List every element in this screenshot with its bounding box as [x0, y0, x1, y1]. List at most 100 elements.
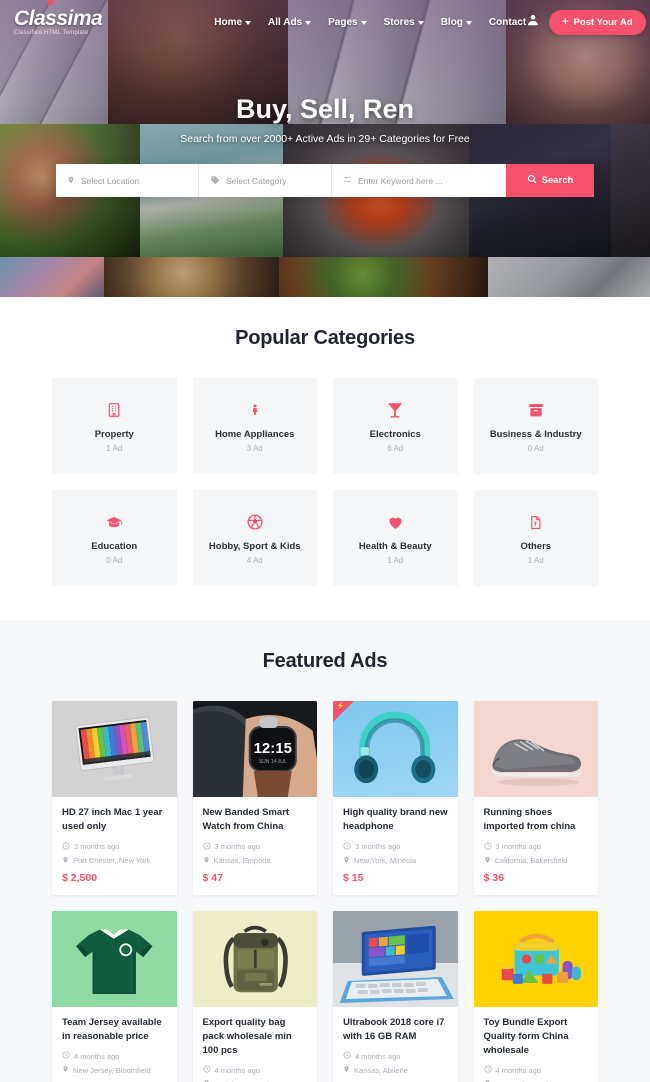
nav-label: Pages	[328, 16, 358, 28]
featured-ads-heading: Featured Ads	[262, 650, 388, 672]
category-card-home-appliances[interactable]: Home Appliances 3 Ad	[192, 378, 317, 474]
user-account-icon[interactable]	[526, 13, 540, 32]
location-select[interactable]: Select Location	[56, 164, 199, 197]
nav-label: Home	[214, 16, 243, 28]
ad-time-label: 3 months ago	[214, 842, 260, 851]
cocktail-icon	[386, 399, 404, 421]
heart-icon	[386, 511, 405, 533]
category-select[interactable]: Select Category	[199, 164, 332, 197]
clock-icon	[203, 1065, 211, 1075]
logo-dot-icon	[47, 0, 54, 5]
ad-card[interactable]: Export quality bag pack wholesale min 10…	[192, 910, 317, 1082]
nav-item-pages[interactable]: Pages	[328, 16, 367, 28]
ad-details: Ultrabook 2018 core i7 with 16 GB RAM 4 …	[333, 1007, 458, 1082]
ad-thumbnail-running-shoes	[473, 701, 598, 797]
chevron-down-icon	[305, 20, 312, 25]
ad-thumbnail-headphone: ⚡	[333, 701, 458, 797]
graduation-icon	[104, 511, 124, 533]
ad-thumbnail-backpack	[192, 910, 317, 1007]
football-icon	[246, 511, 264, 533]
featured-ads-grid: HD 27 inch Mac 1 year used only 3 months…	[52, 701, 598, 1082]
nav-item-blog[interactable]: Blog	[441, 17, 472, 28]
ad-location-label: Kansas, Abilene	[354, 1065, 408, 1075]
search-button[interactable]: Search	[506, 164, 594, 197]
hero-banner: Classima Classified HTML Template Home A…	[0, 0, 650, 297]
map-pin-icon	[203, 856, 210, 866]
category-name: Business & Industry	[489, 429, 582, 440]
category-count: 4 Ad	[246, 556, 263, 565]
nav-label: Stores	[383, 16, 415, 28]
ad-price: $ 15	[343, 871, 364, 884]
nav-item-contact[interactable]: Contact	[489, 17, 526, 28]
svg-text:SUN 14 JUL: SUN 14 JUL	[258, 759, 286, 765]
category-card-business-industry[interactable]: Business & Industry 0 Ad	[473, 378, 598, 474]
category-count: 1 Ad	[106, 444, 123, 453]
ad-thumbnail-smartwatch: 12:15 SUN 14 JUL	[192, 701, 317, 797]
category-card-hobby-sport-kids[interactable]: Hobby, Sport & Kids 4 Ad	[192, 490, 317, 586]
category-count: 0 Ad	[106, 556, 123, 565]
post-ad-label: Post Your Ad	[573, 16, 633, 28]
map-pin-icon	[343, 856, 350, 866]
clock-icon	[343, 842, 351, 852]
sliders-icon	[343, 175, 352, 186]
ad-title: Team Jersey available in reasonable pric…	[62, 1016, 162, 1042]
search-button-label: Search	[541, 175, 574, 186]
ad-details: Running shoes imported from china 3 mont…	[474, 797, 599, 895]
ad-card[interactable]: Toy Bundle Export Quality form China who…	[473, 910, 598, 1082]
category-name: Home Appliances	[215, 429, 295, 440]
ad-time-label: 4 months ago	[495, 1065, 541, 1075]
nav-item-stores[interactable]: Stores	[384, 17, 424, 28]
ad-location-label: Port Chester, New York	[73, 856, 151, 865]
hero-title: Buy, Sell, Ren	[235, 94, 415, 124]
nav-item-all-ads[interactable]: All Ads	[268, 17, 312, 28]
map-pin-icon	[62, 856, 69, 866]
ad-time: 4 months ago	[203, 1065, 308, 1075]
ad-card[interactable]: 12:15 SUN 14 JUL New Banded Smart Watch …	[192, 701, 317, 895]
ad-card[interactable]: Ultrabook 2018 core i7 with 16 GB RAM 4 …	[333, 910, 458, 1082]
ad-card[interactable]: Running shoes imported from china 3 mont…	[473, 701, 599, 895]
clock-icon	[343, 1051, 351, 1061]
ad-location-label: New Jersey, Bloomfield	[73, 1065, 151, 1075]
category-card-education[interactable]: Education 0 Ad	[52, 490, 177, 586]
ad-time: 3 months ago	[203, 842, 308, 852]
ad-card[interactable]: HD 27 inch Mac 1 year used only 3 months…	[52, 701, 177, 895]
clock-icon	[203, 842, 211, 852]
briefcase-icon	[527, 399, 545, 421]
keyword-input[interactable]: Enter Keyword here ...	[332, 164, 506, 197]
ad-price: $ 2,500	[62, 871, 98, 884]
category-card-health-beauty[interactable]: Health & Beauty 1 Ad	[333, 490, 458, 586]
ad-card[interactable]: ⚡ High quality brand new headphone 3 mon…	[333, 701, 458, 895]
lightning-icon: ⚡	[336, 703, 345, 710]
ad-thumbnail-toy-bundle	[473, 910, 598, 1007]
ad-time: 4 months ago	[484, 1065, 589, 1075]
mosaic-tile	[104, 257, 279, 297]
ad-card[interactable]: Team Jersey available in reasonable pric…	[52, 910, 177, 1082]
plus-icon: +	[562, 15, 569, 28]
site-logo[interactable]: Classima Classified HTML Template	[14, 0, 103, 36]
category-card-property[interactable]: Property 1 Ad	[52, 378, 177, 474]
category-card-others[interactable]: Others 1 Ad	[473, 490, 598, 586]
search-icon	[527, 174, 537, 187]
category-card-electronics[interactable]: Electronics 6 Ad	[333, 378, 458, 474]
ad-location-label: California, Bakersfield	[494, 856, 568, 865]
mosaic-tile	[488, 257, 650, 297]
chevron-down-icon	[360, 20, 367, 25]
ad-location: Kansas, Abilene	[343, 1065, 448, 1075]
post-your-ad-button[interactable]: + Post Your Ad	[549, 9, 646, 35]
building-icon	[106, 399, 122, 421]
chevron-down-icon	[465, 20, 472, 25]
hero-subtitle: Search from over 2000+ Active Ads in 29+…	[180, 133, 470, 145]
categories-heading: Popular Categories	[235, 327, 415, 349]
nav-item-home[interactable]: Home	[214, 16, 252, 28]
ad-thumbnail-imac	[52, 701, 177, 797]
category-name: Education	[91, 541, 138, 552]
ad-title: Toy Bundle Export Quality form China who…	[483, 1016, 569, 1057]
ad-title: New Banded Smart Watch from China	[202, 807, 290, 833]
ad-time: 4 months ago	[343, 1051, 448, 1061]
location-placeholder: Select Location	[81, 175, 140, 186]
ad-title: HD 27 inch Mac 1 year used only	[62, 807, 163, 833]
svg-text:12:15: 12:15	[253, 740, 291, 757]
featured-ads-section: Featured Ads HD 27 inch Mac 1 year used …	[0, 620, 650, 1082]
categories-grid: Property 1 Ad Home Appliances 3 Ad Elect…	[52, 378, 598, 586]
ad-location-label: New York, Mineola	[354, 856, 417, 865]
